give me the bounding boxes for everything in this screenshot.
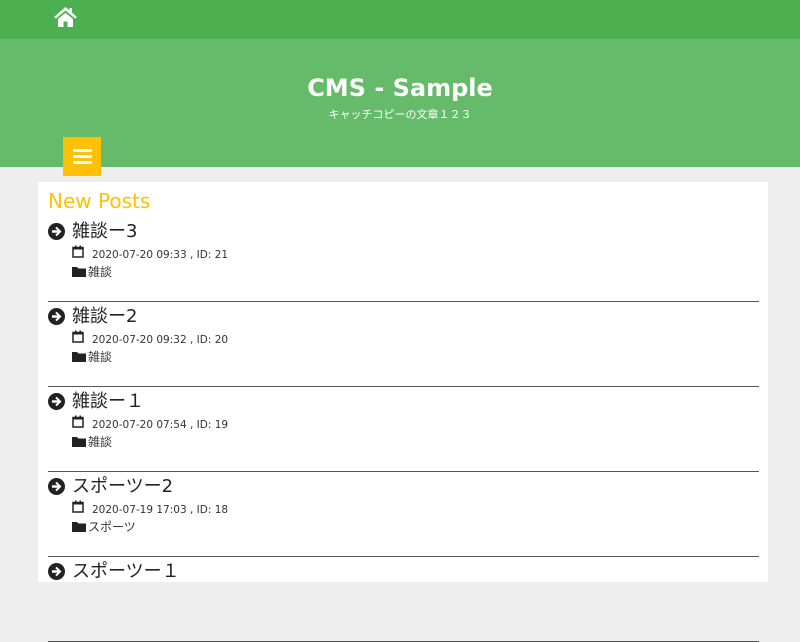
post-item: 雑談ー１ 2020-07-20 07:54 , ID: 19 雑談 (48, 387, 759, 472)
arrow-circle-right-icon (48, 308, 65, 325)
section-heading: New Posts (48, 189, 151, 213)
post-date: 2020-07-20 07:54 , ID: 19 (92, 419, 229, 431)
menu-button[interactable] (63, 137, 101, 176)
post-title-link[interactable]: 雑談ー2 (72, 302, 137, 328)
calendar-icon (72, 330, 84, 343)
new-posts-panel: New Posts 雑談ー3 2020-07-20 09:33 , ID: 21 雑… (38, 182, 768, 642)
folder-icon (72, 267, 86, 277)
folder-icon (72, 352, 86, 362)
post-meta: 2020-07-20 07:54 , ID: 19 (72, 415, 228, 431)
arrow-circle-right-icon (48, 393, 65, 410)
post-category-link[interactable]: スポーツ (72, 518, 136, 535)
category-label: スポーツ (88, 520, 136, 534)
post-item: スポーツー１ (48, 557, 759, 642)
top-navbar (0, 0, 800, 39)
menu-icon (73, 149, 92, 152)
post-item: スポーツー2 2020-07-19 17:03 , ID: 18 スポーツ (48, 472, 759, 557)
post-date: 2020-07-20 09:33 , ID: 21 (92, 249, 229, 261)
post-title-link[interactable]: スポーツー１ (72, 557, 180, 583)
site-tagline: キャッチコピーの文章１２３ (328, 108, 472, 121)
folder-icon (72, 522, 86, 532)
post-meta: 2020-07-20 09:32 , ID: 20 (72, 330, 228, 346)
post-meta: 2020-07-20 09:33 , ID: 21 (72, 245, 228, 261)
site-title[interactable]: CMS - Sample (0, 74, 800, 102)
calendar-icon (72, 500, 84, 513)
calendar-icon (72, 245, 84, 258)
arrow-circle-right-icon (48, 478, 65, 495)
category-label: 雑談 (88, 350, 113, 364)
post-category-link[interactable]: 雑談 (72, 433, 112, 450)
post-title-link[interactable]: スポーツー2 (72, 472, 173, 498)
category-label: 雑談 (88, 435, 113, 449)
category-label: 雑談 (88, 265, 113, 279)
post-category-link[interactable]: 雑談 (72, 263, 112, 280)
home-icon[interactable] (53, 6, 78, 28)
post-title-link[interactable]: 雑談ー3 (72, 217, 137, 243)
post-category-link[interactable]: 雑談 (72, 348, 112, 365)
post-meta: 2020-07-19 17:03 , ID: 18 (72, 500, 228, 516)
folder-icon (72, 437, 86, 447)
post-date: 2020-07-20 09:32 , ID: 20 (92, 334, 229, 346)
post-title-link[interactable]: 雑談ー１ (72, 387, 144, 413)
post-item: 雑談ー2 2020-07-20 09:32 , ID: 20 雑談 (48, 302, 759, 387)
post-date: 2020-07-19 17:03 , ID: 18 (92, 504, 229, 516)
arrow-circle-right-icon (48, 223, 65, 240)
site-header: CMS - Sample キャッチコピーの文章１２３ (0, 39, 800, 167)
calendar-icon (72, 415, 84, 428)
post-item: 雑談ー3 2020-07-20 09:33 , ID: 21 雑談 (48, 217, 759, 302)
